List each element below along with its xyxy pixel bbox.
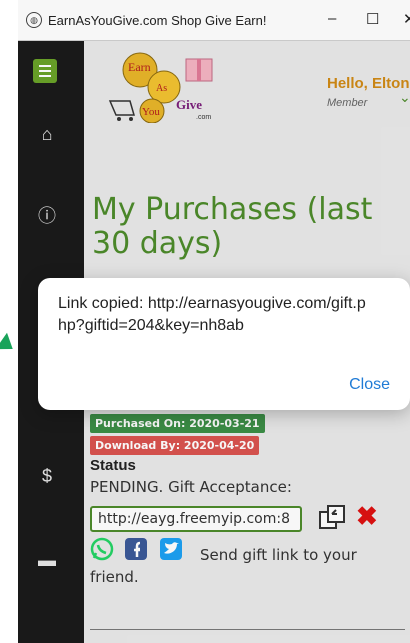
link-copied-dialog: Link copied: http://earnasyougive.com/gi… [38, 278, 410, 410]
dialog-close-button[interactable]: Close [349, 376, 390, 394]
dialog-message: Link copied: http://earnasyougive.com/gi… [58, 295, 366, 334]
desktop-background-strip [0, 0, 18, 643]
